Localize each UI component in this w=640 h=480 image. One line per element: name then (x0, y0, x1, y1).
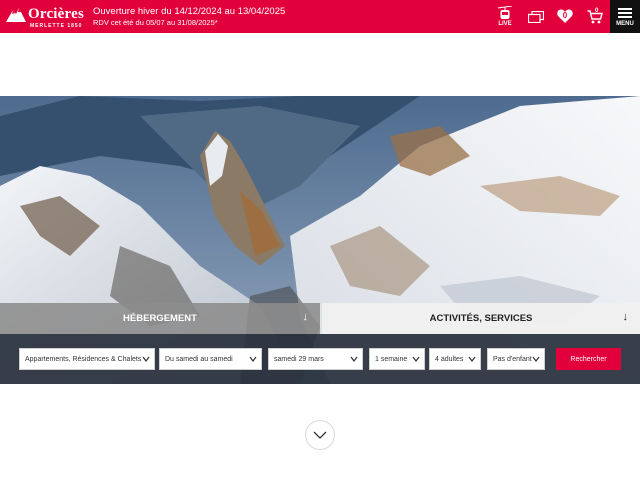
season-announcement[interactable]: Ouverture hiver du 14/12/2024 au 13/04/2… (93, 6, 285, 28)
live-label: LIVE (498, 21, 512, 27)
brand-name: Orcières (28, 6, 85, 22)
cable-car-icon (498, 6, 512, 19)
adults-select[interactable]: 4 adultes (429, 348, 481, 370)
accommodation-type-value: Appartements, Résidences & Chalets (25, 355, 142, 363)
arrow-down-icon: ↓ (622, 311, 629, 323)
brand-logo[interactable]: Orcières MERLETTE 1850 (6, 4, 88, 30)
chevron-down-icon (350, 356, 358, 362)
screens-icon (528, 10, 544, 23)
menu-label: MENU (616, 20, 634, 27)
tab-activites-label: ACTIVITÉS, SERVICES (429, 313, 533, 324)
arrival-date-value: samedi 29 mars (274, 355, 324, 363)
arrival-date-select[interactable]: samedi 29 mars (268, 348, 363, 370)
search-tabs: HÉBERGEMENT ↓ ACTIVITÉS, SERVICES ↓ (0, 303, 640, 334)
favorites-count: 0 (562, 11, 568, 20)
duration-select[interactable]: 1 semaine (369, 348, 425, 370)
children-value: Pas d'enfant (493, 355, 532, 363)
children-select[interactable]: Pas d'enfant (487, 348, 545, 370)
announcement-summer: RDV cet été du 05/07 au 31/08/2025* (93, 18, 218, 27)
menu-button[interactable]: MENU (610, 0, 640, 33)
chevron-down-icon (532, 356, 540, 362)
favorites-button[interactable]: 0 (556, 0, 574, 33)
period-select[interactable]: Du samedi au samedi (159, 348, 262, 370)
arrow-down-icon: ↓ (302, 311, 309, 323)
tab-hebergement-label: HÉBERGEMENT (123, 313, 197, 324)
brand-subtitle: MERLETTE 1850 (30, 23, 83, 29)
booking-search-bar: Appartements, Résidences & Chalets Du sa… (0, 334, 640, 384)
announcement-winter: Ouverture hiver du 14/12/2024 au 13/04/2… (93, 6, 286, 17)
hamburger-icon (618, 7, 632, 10)
chevron-down-icon (412, 356, 420, 362)
adults-value: 4 adultes (435, 355, 464, 363)
search-button[interactable]: Rechercher (556, 348, 621, 370)
scroll-down-button[interactable] (305, 420, 335, 450)
tab-hebergement[interactable]: HÉBERGEMENT ↓ (0, 303, 320, 334)
accommodation-type-select[interactable]: Appartements, Résidences & Chalets (19, 348, 155, 370)
chevron-down-icon (313, 431, 327, 439)
top-bar: Orcières MERLETTE 1850 Ouverture hiver d… (0, 0, 640, 33)
chevron-down-icon (142, 356, 150, 362)
live-button[interactable]: LIVE (494, 0, 516, 33)
mountain-logo-icon (6, 8, 26, 22)
tab-activites-services[interactable]: ACTIVITÉS, SERVICES ↓ (322, 303, 640, 334)
cart-button[interactable]: 0 (585, 0, 605, 33)
cart-count: 0 (595, 8, 599, 14)
chevron-down-icon (468, 356, 476, 362)
chevron-down-icon (249, 356, 257, 362)
period-value: Du samedi au samedi (165, 355, 233, 363)
webcam-button[interactable] (526, 0, 546, 33)
duration-value: 1 semaine (375, 355, 408, 363)
